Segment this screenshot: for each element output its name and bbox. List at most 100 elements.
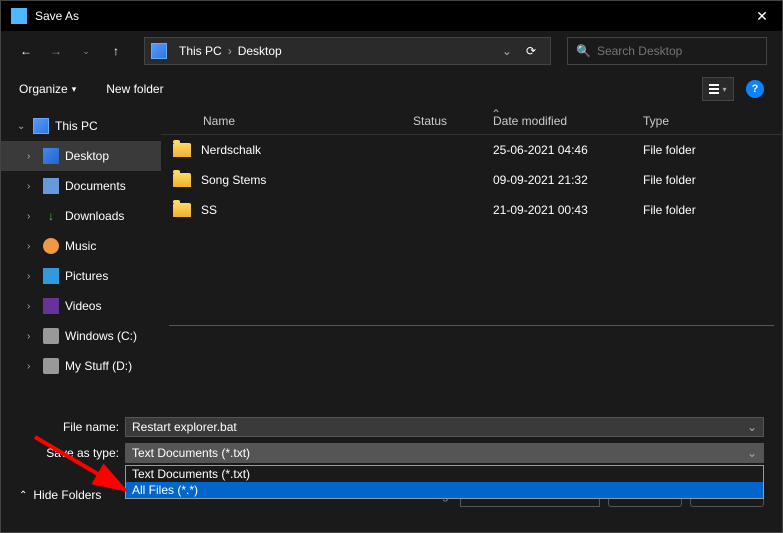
forward-button[interactable]: → [46, 44, 66, 58]
tree-label: This PC [55, 119, 98, 133]
tree-item-pictures[interactable]: › Pictures [1, 261, 161, 291]
breadcrumb-location[interactable]: Desktop [234, 44, 286, 58]
tree-label: Videos [65, 299, 101, 313]
expand-icon[interactable]: › [27, 151, 37, 162]
column-date[interactable]: Date modified [493, 114, 643, 128]
tree-item-videos[interactable]: › Videos [1, 291, 161, 321]
expand-icon[interactable]: › [27, 271, 37, 282]
window-title: Save As [35, 9, 752, 23]
tree-label: Music [65, 239, 96, 253]
search-input[interactable] [597, 44, 758, 58]
chevron-down-icon: ▾ [72, 84, 77, 95]
recent-dropdown[interactable]: ⌄ [76, 46, 96, 57]
folder-icon [173, 143, 191, 157]
file-type: File folder [643, 203, 696, 217]
address-bar[interactable]: This PC › Desktop ⌄ ⟳ [144, 37, 551, 65]
tree-item-this-pc[interactable]: ⌄ This PC [1, 111, 161, 141]
downloads-icon: ↓ [43, 208, 59, 224]
tree-label: Pictures [65, 269, 108, 283]
toolbar: Organize ▾ New folder ▾ ? [1, 71, 782, 107]
file-date: 09-09-2021 21:32 [493, 173, 643, 187]
titlebar: Save As ✕ [1, 1, 782, 31]
savetype-option-all[interactable]: All Files (*.*) [126, 482, 763, 498]
hide-folders-button[interactable]: ⌃ Hide Folders [19, 488, 101, 502]
savetype-dropdown: Text Documents (*.txt) All Files (*.*) [125, 465, 764, 499]
tree-label: Windows (C:) [65, 329, 137, 343]
drive-icon [43, 358, 59, 374]
tree-item-documents[interactable]: › Documents [1, 171, 161, 201]
expand-icon[interactable]: › [27, 331, 37, 342]
videos-icon [43, 298, 59, 314]
navigation-bar: ← → ⌄ ↑ This PC › Desktop ⌄ ⟳ 🔍 [1, 31, 782, 71]
tree-label: My Stuff (D:) [65, 359, 132, 373]
tree-label: Downloads [65, 209, 124, 223]
hide-folders-label: Hide Folders [33, 488, 101, 502]
organize-label: Organize [19, 82, 68, 96]
expand-icon[interactable]: › [27, 181, 37, 192]
breadcrumb-pc[interactable]: This PC [175, 44, 226, 58]
filename-value: Restart explorer.bat [132, 420, 237, 434]
tree-label: Desktop [65, 149, 109, 163]
chevron-up-icon: ⌃ [19, 490, 27, 501]
chevron-down-icon[interactable]: ⌄ [747, 420, 757, 434]
tree-item-drive-c[interactable]: › Windows (C:) [1, 321, 161, 351]
refresh-button[interactable]: ⟳ [518, 44, 544, 58]
tree-item-desktop[interactable]: › Desktop [1, 141, 161, 171]
organize-button[interactable]: Organize ▾ [19, 82, 76, 96]
tree-item-music[interactable]: › Music [1, 231, 161, 261]
savetype-value: Text Documents (*.txt) [132, 446, 250, 460]
sort-indicator-icon: ⌃ [491, 107, 501, 121]
view-options-button[interactable]: ▾ [702, 77, 734, 101]
tree-item-drive-d[interactable]: › My Stuff (D:) [1, 351, 161, 381]
expand-icon[interactable]: › [27, 361, 37, 372]
save-form: File name: Restart explorer.bat ⌄ Save a… [1, 407, 782, 479]
navigation-tree: ⌄ This PC › Desktop › Documents › ↓ Down… [1, 107, 161, 407]
folder-icon [173, 203, 191, 217]
chevron-down-icon[interactable]: ⌄ [747, 446, 757, 460]
pc-icon [151, 43, 167, 59]
file-name: Song Stems [201, 173, 413, 187]
file-date: 21-09-2021 00:43 [493, 203, 643, 217]
file-row[interactable]: Song Stems 09-09-2021 21:32 File folder [161, 165, 782, 195]
file-list: Name ⌃ Status Date modified Type Nerdsch… [161, 107, 782, 407]
desktop-icon [43, 148, 59, 164]
tree-label: Documents [65, 179, 126, 193]
expand-icon[interactable]: › [27, 241, 37, 252]
search-icon: 🔍 [576, 44, 591, 58]
file-name: Nerdschalk [201, 143, 413, 157]
file-type: File folder [643, 143, 696, 157]
pc-icon [33, 118, 49, 134]
pictures-icon [43, 268, 59, 284]
filename-label: File name: [19, 420, 125, 434]
address-dropdown-icon[interactable]: ⌄ [496, 44, 518, 58]
folder-icon [173, 173, 191, 187]
column-type[interactable]: Type [643, 114, 743, 128]
drive-icon [43, 328, 59, 344]
tree-item-downloads[interactable]: › ↓ Downloads [1, 201, 161, 231]
savetype-option-txt[interactable]: Text Documents (*.txt) [126, 466, 763, 482]
new-folder-button[interactable]: New folder [106, 82, 163, 96]
column-name[interactable]: Name [173, 114, 413, 128]
column-status[interactable]: Status [413, 114, 493, 128]
column-headers: Name ⌃ Status Date modified Type [161, 107, 782, 135]
up-button[interactable]: ↑ [106, 44, 126, 58]
close-button[interactable]: ✕ [752, 8, 772, 25]
savetype-label: Save as type: [19, 446, 125, 460]
search-box[interactable]: 🔍 [567, 37, 767, 65]
documents-icon [43, 178, 59, 194]
file-name: SS [201, 203, 413, 217]
help-button[interactable]: ? [746, 80, 764, 98]
file-date: 25-06-2021 04:46 [493, 143, 643, 157]
file-row[interactable]: SS 21-09-2021 00:43 File folder [161, 195, 782, 225]
collapse-icon[interactable]: ⌄ [17, 121, 27, 132]
back-button[interactable]: ← [16, 44, 36, 58]
expand-icon[interactable]: › [27, 211, 37, 222]
expand-icon[interactable]: › [27, 301, 37, 312]
file-type: File folder [643, 173, 696, 187]
file-row[interactable]: Nerdschalk 25-06-2021 04:46 File folder [161, 135, 782, 165]
savetype-select[interactable]: Text Documents (*.txt) ⌄ [125, 443, 764, 463]
filename-input[interactable]: Restart explorer.bat ⌄ [125, 417, 764, 437]
app-icon [11, 8, 27, 24]
chevron-down-icon: ▾ [722, 85, 726, 94]
list-view-icon [709, 84, 719, 94]
